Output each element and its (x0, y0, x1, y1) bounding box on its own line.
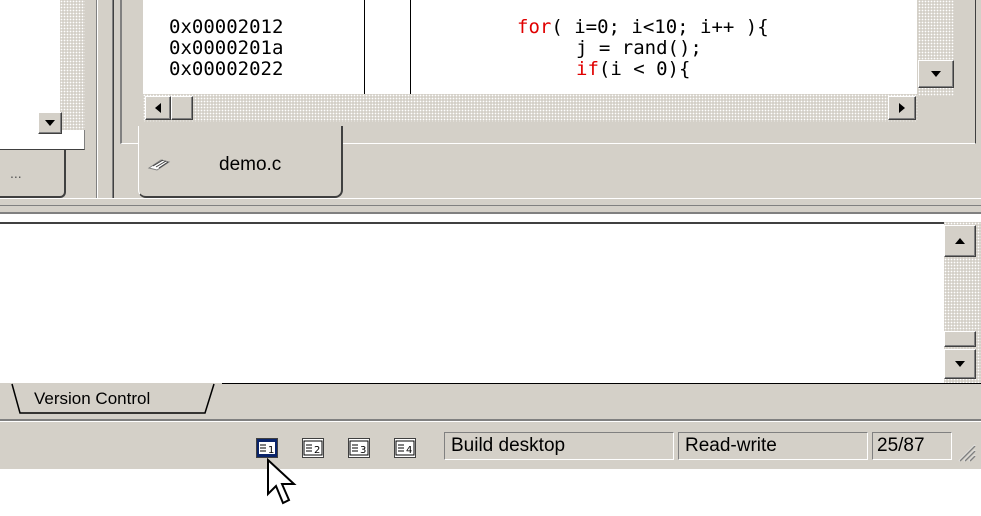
svg-text:3: 3 (360, 445, 366, 456)
left-panel-tab-label: ... (10, 165, 22, 181)
gutter-column (365, 0, 411, 94)
status-position: 25/87 (872, 432, 952, 460)
editor-scroll-down-button[interactable] (918, 60, 954, 88)
output-tab-version-control[interactable]: Version Control (0, 383, 222, 417)
scroll-right-icon (899, 103, 905, 113)
address-line: 0x00002012 (169, 16, 284, 38)
scroll-down-icon (45, 120, 55, 126)
editor-tab-label: demo.c (219, 154, 282, 175)
svg-text:2: 2 (314, 445, 320, 456)
desktop-below (0, 469, 981, 511)
left-panel-scroll-down-button[interactable] (38, 112, 62, 134)
output-tab-label: Version Control (34, 389, 151, 408)
tile-window-icon: 1 (259, 442, 275, 456)
tile-window-icon: 4 (395, 440, 415, 456)
editor-hscroll-thumb[interactable] (171, 96, 193, 120)
left-panel-tab[interactable]: ... (0, 150, 66, 198)
scroll-down-icon (955, 361, 965, 367)
size-grip-icon[interactable] (954, 440, 976, 462)
code-text: (i < 0){ (598, 58, 691, 80)
tile-button-2[interactable]: 2 (302, 438, 324, 458)
output-vscroll-thumb[interactable] (944, 331, 976, 347)
splitter-line (0, 212, 981, 214)
arrow-cursor-icon (266, 457, 306, 511)
vertical-splitter[interactable] (96, 0, 114, 206)
svg-text:1: 1 (268, 445, 274, 456)
tile-window-icon: 3 (349, 440, 369, 456)
tile-button-1[interactable]: 1 (256, 438, 278, 458)
tile-button-3[interactable]: 3 (348, 438, 370, 458)
address-line: 0x00002022 (169, 58, 284, 80)
code-line-for: for( i=0; i<10; i++ ){ (517, 17, 769, 38)
status-mode: Read-write (678, 432, 868, 460)
address-column: 0x00002012 0x0000201a 0x00002022 (143, 0, 365, 94)
horizontal-splitter[interactable] (0, 198, 981, 206)
address-line: 0x0000201a (169, 37, 284, 59)
tile-window-icon: 2 (303, 440, 323, 456)
editor-hscrollbar[interactable] (143, 94, 918, 122)
code-text: ( i=0; i<10; i++ ){ (551, 16, 769, 38)
editor-scroll-left-button[interactable] (145, 96, 171, 120)
scroll-up-icon (955, 238, 965, 244)
file-tab-icon (147, 158, 173, 177)
output-panel (0, 222, 981, 383)
editor-area: 0x00002012 0x0000201a 0x00002022 for( i=… (143, 0, 917, 94)
left-panel-vscrollbar[interactable] (60, 0, 85, 130)
code-line-if: if(i < 0){ (576, 59, 690, 80)
output-scroll-up-button[interactable] (944, 225, 976, 257)
status-build-config[interactable]: Build desktop (444, 432, 674, 460)
editor-scroll-right-button[interactable] (888, 96, 916, 120)
tile-button-4[interactable]: 4 (394, 438, 416, 458)
svg-text:4: 4 (406, 445, 412, 456)
output-scroll-down-button[interactable] (944, 349, 976, 379)
keyword-for: for (517, 16, 552, 38)
scroll-down-icon (931, 71, 941, 77)
code-line-assign: j = rand(); (576, 37, 702, 59)
scroll-left-icon (155, 103, 161, 113)
keyword-if: if (576, 58, 599, 80)
editor-tab-demo-c[interactable]: demo.c (138, 126, 343, 198)
